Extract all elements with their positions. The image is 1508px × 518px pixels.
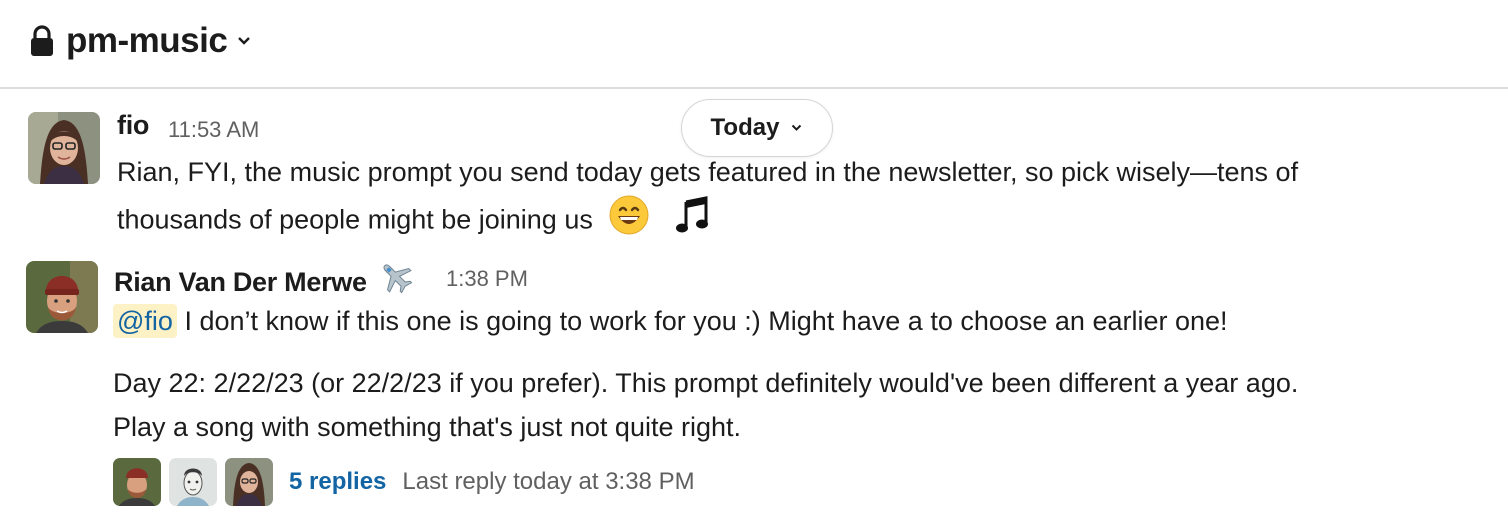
- thread-replies-link[interactable]: 5 replies: [289, 468, 386, 496]
- chevron-down-icon: [791, 122, 803, 134]
- channel-name-button[interactable]: pm-music: [30, 18, 253, 64]
- message-text-line: Rian, FYI, the music prompt you send tod…: [117, 157, 1299, 187]
- grinning-face-emoji-icon: [608, 194, 650, 249]
- musical-note-emoji-icon: [672, 194, 714, 249]
- channel-name: pm-music: [66, 21, 228, 60]
- thread-summary[interactable]: 5 replies Last reply today at 3:38 PM: [113, 458, 695, 506]
- message-text: I don’t know if this one is going to wor…: [184, 306, 1228, 336]
- message-text-line: Play a song with something that's just n…: [113, 412, 742, 442]
- date-divider-button[interactable]: Today: [681, 99, 833, 157]
- message-text-line: Day 22: 2/22/23 (or 22/2/23 if you prefe…: [113, 368, 1299, 398]
- message-sender[interactable]: Rian Van Der Merwe: [114, 259, 414, 302]
- reply-avatar: [225, 458, 273, 506]
- avatar[interactable]: [28, 112, 100, 184]
- avatar[interactable]: [26, 261, 98, 333]
- lock-icon: [30, 24, 56, 58]
- date-divider-label: Today: [710, 114, 780, 141]
- message-text-line: @fio I don’t know if this one is going t…: [113, 299, 1228, 343]
- channel-header: pm-music: [0, 0, 1508, 89]
- sender-name: Rian Van Der Merwe: [114, 267, 367, 297]
- message-timestamp[interactable]: 11:53 AM: [168, 117, 259, 143]
- airplane-status-icon[interactable]: [378, 259, 414, 302]
- message-text-line: thousands of people might be joining us: [117, 194, 714, 249]
- thread-last-reply: Last reply today at 3:38 PM: [402, 468, 695, 495]
- message-timestamp[interactable]: 1:38 PM: [446, 266, 528, 292]
- message-sender[interactable]: fio: [117, 110, 149, 141]
- user-mention[interactable]: @fio: [113, 304, 177, 338]
- chevron-down-icon: [237, 33, 253, 49]
- message-text: thousands of people might be joining us: [117, 204, 593, 235]
- reply-avatar: [113, 458, 161, 506]
- reply-avatar: [169, 458, 217, 506]
